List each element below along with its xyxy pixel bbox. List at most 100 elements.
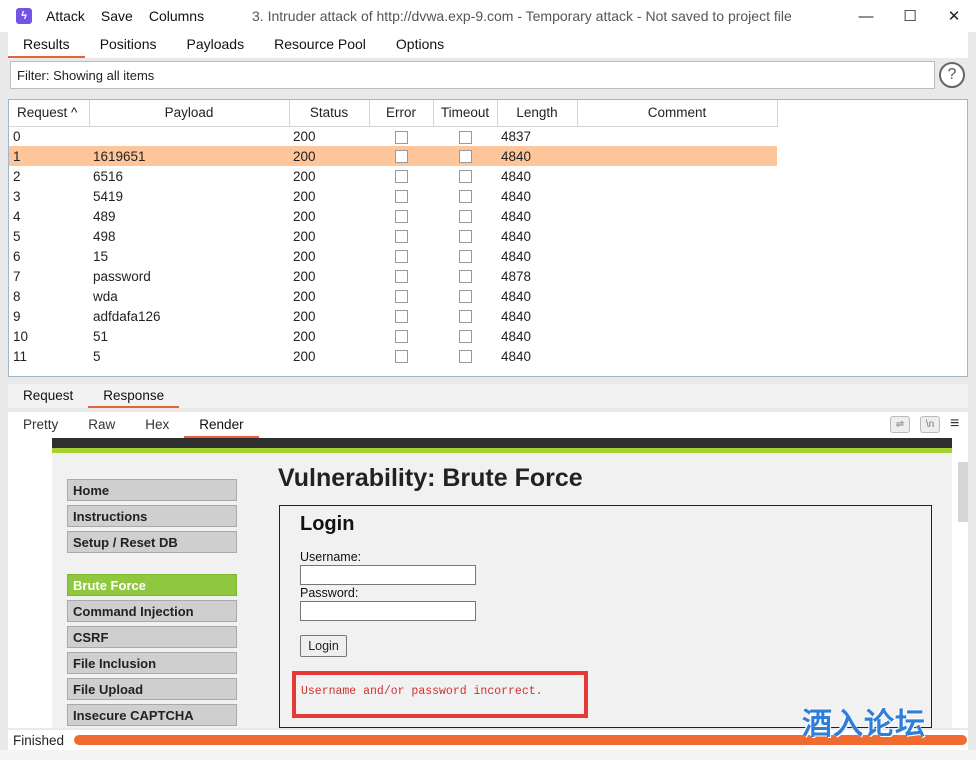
nav-csrf[interactable]: CSRF (67, 626, 237, 648)
nav-insecure-captcha[interactable]: Insecure CAPTCHA (67, 704, 237, 726)
cell-request: 9 (13, 308, 21, 324)
maximize-icon[interactable]: ☐ (888, 0, 932, 32)
error-checkbox[interactable] (394, 350, 408, 364)
close-icon[interactable]: ✕ (932, 0, 976, 32)
cell-error (369, 326, 433, 346)
col-timeout[interactable]: Timeout (433, 100, 498, 127)
cell-timeout (433, 146, 497, 166)
col-status[interactable]: Status (289, 100, 370, 127)
tab-hex[interactable]: Hex (130, 412, 184, 438)
error-checkbox[interactable] (394, 150, 408, 164)
menu-columns[interactable]: Columns (149, 8, 204, 24)
timeout-checkbox[interactable] (458, 230, 472, 244)
nav-brute-force[interactable]: Brute Force (67, 574, 237, 596)
cell-request: 6 (13, 248, 21, 264)
error-checkbox[interactable] (394, 290, 408, 304)
timeout-checkbox[interactable] (458, 150, 472, 164)
error-checkbox[interactable] (394, 270, 408, 284)
nav-command-injection[interactable]: Command Injection (67, 600, 237, 622)
dvwa-page: Home Instructions Setup / Reset DB Brute… (52, 438, 952, 728)
minimize-icon[interactable]: — (844, 0, 888, 32)
cell-comment (577, 206, 777, 226)
table-row[interactable]: 5 498 200 4840 (9, 226, 777, 246)
cell-length: 4840 (501, 288, 532, 304)
error-checkbox[interactable] (394, 250, 408, 264)
cell-request: 11 (13, 348, 28, 364)
nav-setup-reset-db[interactable]: Setup / Reset DB (67, 531, 237, 553)
render-scrollbar[interactable] (958, 462, 968, 522)
timeout-checkbox[interactable] (458, 190, 472, 204)
tab-render[interactable]: Render (184, 412, 259, 438)
table-row[interactable]: 8 wda 200 4840 (9, 286, 777, 306)
table-row[interactable]: 4 489 200 4840 (9, 206, 777, 226)
menu-save[interactable]: Save (101, 8, 133, 24)
table-row[interactable]: 0 200 4837 (9, 126, 777, 146)
cell-length: 4840 (501, 208, 532, 224)
tab-options[interactable]: Options (381, 32, 459, 58)
timeout-checkbox[interactable] (458, 350, 472, 364)
timeout-checkbox[interactable] (458, 130, 472, 144)
newline-icon[interactable]: \n (920, 416, 940, 433)
error-checkbox[interactable] (394, 170, 408, 184)
tab-request[interactable]: Request (8, 384, 88, 408)
col-error[interactable]: Error (369, 100, 434, 127)
table-row[interactable]: 10 51 200 4840 (9, 326, 777, 346)
table-row[interactable]: 7 password 200 4878 (9, 266, 777, 286)
tab-response[interactable]: Response (88, 384, 180, 408)
nav-file-upload[interactable]: File Upload (67, 678, 237, 700)
tab-positions[interactable]: Positions (85, 32, 172, 58)
username-field[interactable] (300, 565, 476, 585)
cell-payload: 498 (93, 228, 116, 244)
cell-status: 200 (293, 308, 316, 324)
menu-icon[interactable]: ≡ (950, 416, 966, 433)
cell-status: 200 (293, 208, 316, 224)
timeout-checkbox[interactable] (458, 310, 472, 324)
timeout-checkbox[interactable] (458, 330, 472, 344)
table-row[interactable]: 6 15 200 4840 (9, 246, 777, 266)
timeout-checkbox[interactable] (458, 250, 472, 264)
title-bar: ϟ Attack Save Columns 3. Intruder attack… (0, 0, 976, 32)
col-length[interactable]: Length (497, 100, 578, 127)
error-checkbox[interactable] (394, 210, 408, 224)
cell-request: 8 (13, 288, 21, 304)
cell-length: 4837 (501, 128, 532, 144)
wrap-icon[interactable]: ⇌ (890, 416, 910, 433)
nav-home[interactable]: Home (67, 479, 237, 501)
table-row[interactable]: 9 adfdafa126 200 4840 (9, 306, 777, 326)
table-row[interactable]: 11 5 200 4840 (9, 346, 777, 366)
timeout-checkbox[interactable] (458, 210, 472, 224)
timeout-checkbox[interactable] (458, 170, 472, 184)
cell-length: 4878 (501, 268, 532, 284)
menu-attack[interactable]: Attack (46, 8, 85, 24)
tab-payloads[interactable]: Payloads (172, 32, 260, 58)
timeout-checkbox[interactable] (458, 270, 472, 284)
tab-results[interactable]: Results (8, 32, 85, 58)
col-comment[interactable]: Comment (577, 100, 778, 127)
error-checkbox[interactable] (394, 130, 408, 144)
error-checkbox[interactable] (394, 330, 408, 344)
help-icon[interactable]: ? (939, 62, 965, 88)
col-request[interactable]: Request ^ (9, 100, 90, 127)
tab-resource-pool[interactable]: Resource Pool (259, 32, 381, 58)
login-error-message: Username and/or password incorrect. (301, 685, 543, 698)
password-field[interactable] (300, 601, 476, 621)
login-button[interactable]: Login (300, 635, 347, 657)
cell-error (369, 226, 433, 246)
tab-raw[interactable]: Raw (73, 412, 130, 438)
timeout-checkbox[interactable] (458, 290, 472, 304)
menu-bar: Attack Save Columns (46, 8, 204, 24)
table-row[interactable]: 2 6516 200 4840 (9, 166, 777, 186)
cell-payload: 5419 (93, 188, 124, 204)
error-checkbox[interactable] (394, 230, 408, 244)
error-checkbox[interactable] (394, 190, 408, 204)
nav-file-inclusion[interactable]: File Inclusion (67, 652, 237, 674)
table-row[interactable]: 1 1619651 200 4840 (9, 146, 777, 166)
table-row[interactable]: 3 5419 200 4840 (9, 186, 777, 206)
cell-request: 5 (13, 228, 21, 244)
nav-instructions[interactable]: Instructions (67, 505, 237, 527)
filter-bar[interactable]: Filter: Showing all items (10, 61, 935, 89)
col-payload[interactable]: Payload (89, 100, 290, 127)
cell-timeout (433, 166, 497, 186)
error-checkbox[interactable] (394, 310, 408, 324)
tab-pretty[interactable]: Pretty (8, 412, 73, 438)
